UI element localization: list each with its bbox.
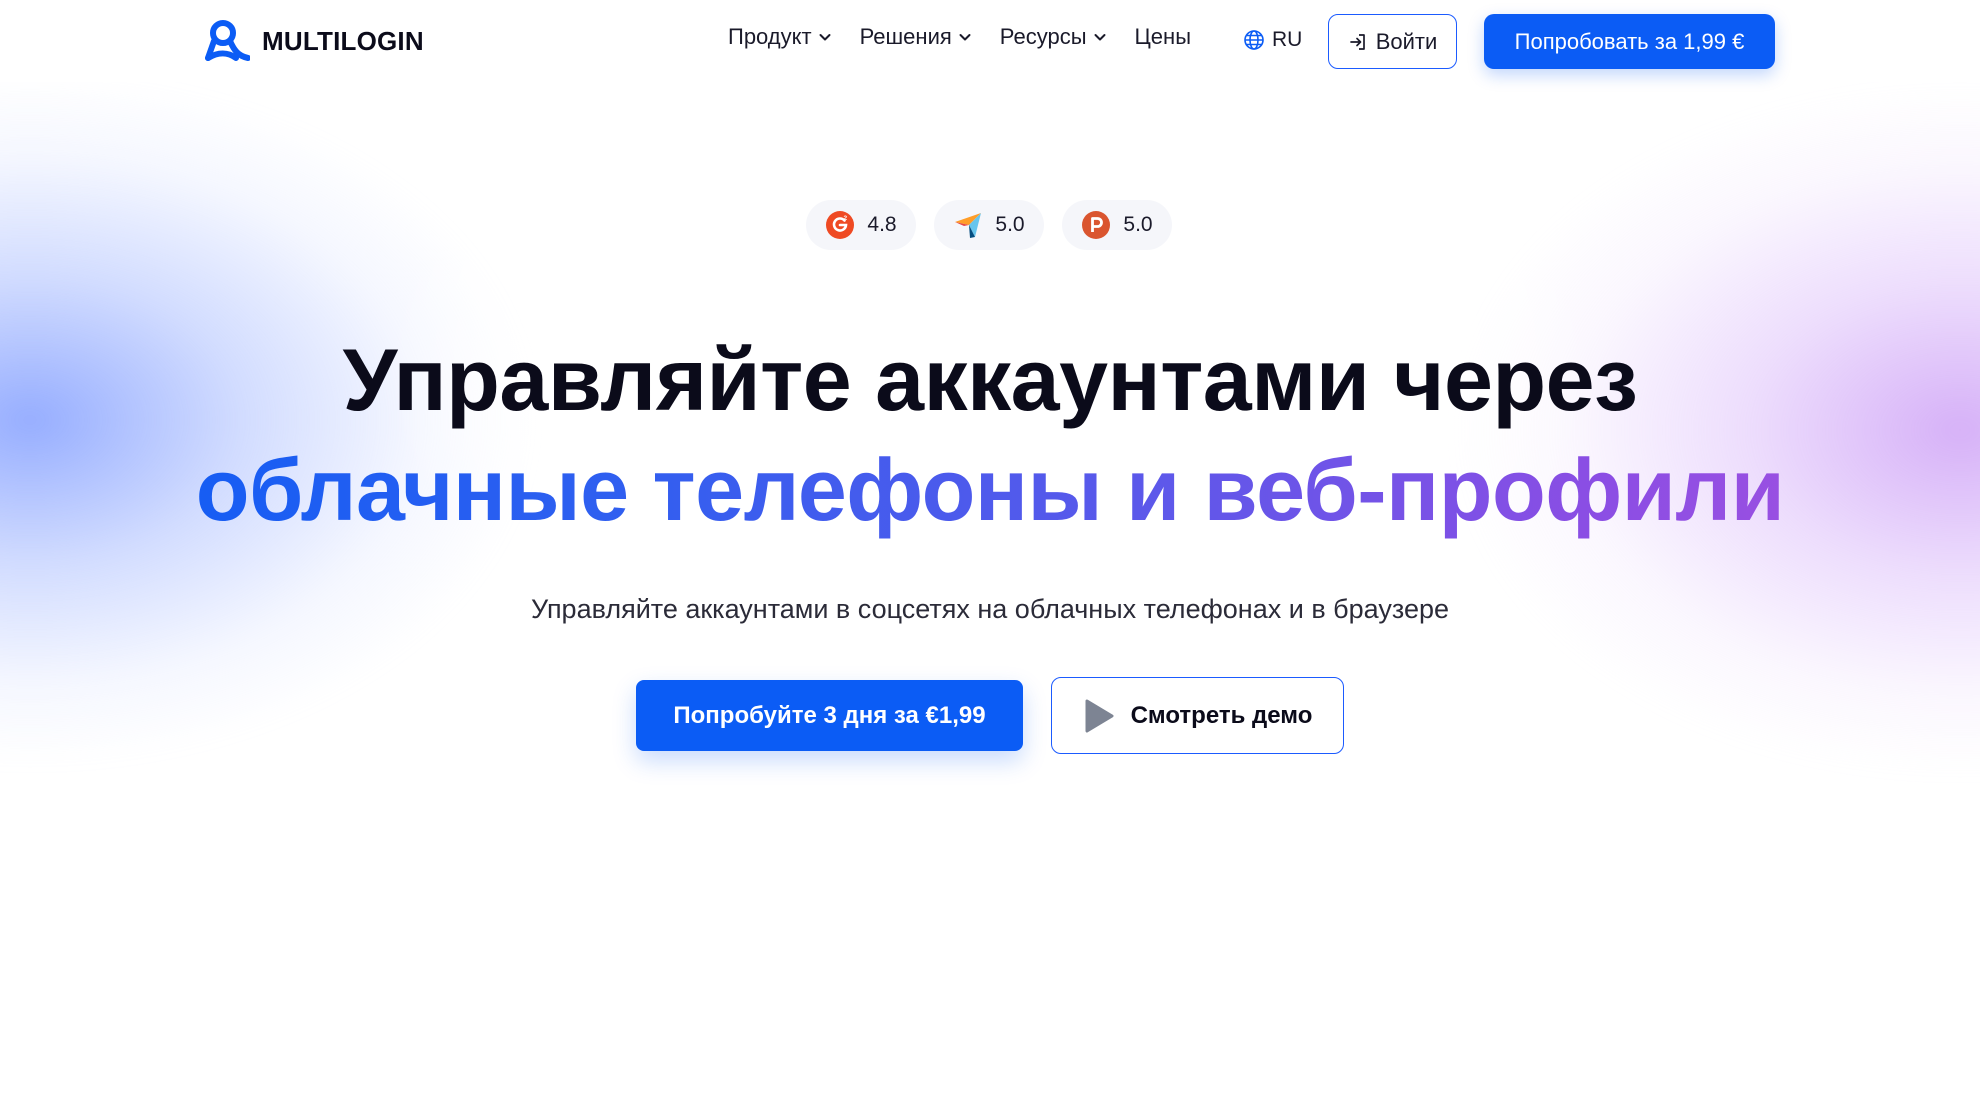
nav-item-pricing[interactable]: Цены [1135, 24, 1191, 50]
rating-badges: 2 4.8 5.0 5.0 [806, 200, 1172, 250]
multilogin-logo-icon [205, 20, 250, 61]
chevron-down-icon [959, 34, 971, 41]
rating-value: 5.0 [1123, 213, 1153, 236]
main-nav: Продукт Решения Ресурсы Цены [728, 24, 1219, 50]
logo-link[interactable]: MULTILOGIN [204, 18, 424, 64]
globe-icon [1244, 30, 1264, 50]
try-trial-button[interactable]: Попробовать за 1,99 € [1484, 14, 1775, 69]
try-3-days-button[interactable]: Попробуйте 3 дня за €1,99 [636, 680, 1023, 751]
chevron-down-icon [1094, 34, 1106, 41]
rating-badge-g2[interactable]: 2 4.8 [806, 200, 916, 250]
rating-value: 5.0 [995, 213, 1025, 236]
nav-item-label: Продукт [728, 24, 812, 49]
login-icon [1349, 33, 1365, 50]
nav-item-solutions[interactable]: Решения [860, 24, 972, 50]
producthunt-icon [1082, 211, 1111, 239]
language-label: RU [1272, 28, 1303, 51]
g2-icon: 2 [826, 211, 855, 239]
rating-badge-capterra[interactable]: 5.0 [934, 200, 1044, 250]
nav-item-label: Ресурсы [999, 24, 1087, 49]
hero-title-line1: Управляйте аккаунтами через [342, 330, 1638, 429]
rating-badge-producthunt[interactable]: 5.0 [1062, 200, 1172, 250]
language-switcher[interactable]: RU [1243, 28, 1302, 52]
capterra-icon [955, 213, 982, 238]
hero-title-line2: облачные телефоны и веб-профили [0, 435, 1980, 545]
page: MULTILOGIN Продукт Решения Ресурсы Цены [0, 0, 1980, 1113]
play-icon [1085, 699, 1114, 732]
hero-subtitle: Управляйте аккаунтами в соцсетях на обла… [531, 594, 1449, 624]
chevron-down-icon [819, 34, 831, 41]
rating-value: 4.8 [867, 213, 897, 236]
nav-item-label: Решения [859, 24, 952, 49]
login-label: Войти [1375, 28, 1438, 54]
nav-item-resources[interactable]: Ресурсы [1000, 24, 1107, 50]
login-button[interactable]: Войти [1328, 14, 1457, 69]
watch-demo-label: Смотреть демо [1130, 701, 1313, 729]
brand-name: MULTILOGIN [262, 25, 424, 56]
site-header: MULTILOGIN Продукт Решения Ресурсы Цены [0, 0, 1980, 82]
nav-item-label: Цены [1134, 24, 1192, 49]
watch-demo-button[interactable]: Смотреть демо [1051, 677, 1344, 754]
svg-text:2: 2 [844, 215, 848, 222]
hero-headline: Управляйте аккаунтами через облачные тел… [0, 325, 1980, 545]
nav-item-product[interactable]: Продукт [728, 24, 832, 50]
